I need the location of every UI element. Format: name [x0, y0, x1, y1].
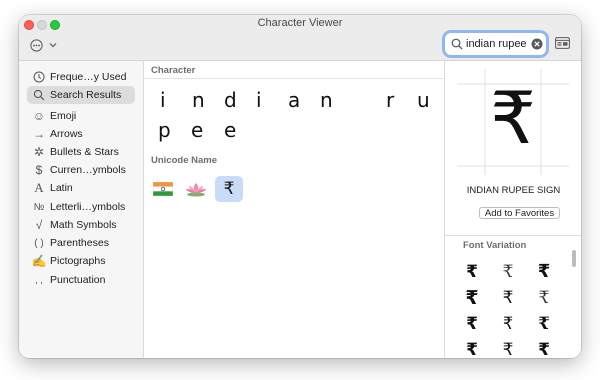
- character-cell[interactable]: r: [386, 88, 394, 112]
- sidebar-item-letterlike-symbols[interactable]: № Letterli…ymbols: [27, 198, 135, 216]
- sidebar-item-label: Emoji: [50, 110, 77, 122]
- parentheses-icon: ( ): [34, 237, 44, 249]
- sidebar-item-bullets-stars[interactable]: ✲ Bullets & Stars: [27, 143, 135, 161]
- character-cell[interactable]: e: [224, 118, 236, 142]
- india-flag-icon: [153, 182, 173, 196]
- dollar-icon: $: [35, 163, 43, 177]
- sidebar-item-currency-symbols[interactable]: $ Curren…ymbols: [27, 161, 135, 179]
- sidebar-item-label: Arrows: [50, 128, 83, 140]
- font-variation-cell[interactable]: ₹: [492, 312, 524, 336]
- sidebar-item-label: Pictographs: [50, 255, 106, 267]
- font-variation-cell[interactable]: ₹: [456, 286, 488, 310]
- sidebar-item-label: Search Results: [50, 89, 122, 101]
- latin-a-icon: A: [34, 180, 44, 195]
- action-menu-button[interactable]: [30, 38, 70, 52]
- unicode-name-section-header: Unicode Name: [151, 155, 217, 166]
- font-variation-header: Font Variation: [463, 240, 527, 251]
- rupee-sign-glyph: ₹: [223, 179, 235, 199]
- character-detail-panel: ₹ INDIAN RUPEE SIGN Add to Favorites Fon…: [444, 61, 581, 358]
- divider: [143, 78, 444, 79]
- rupee-sign-cell[interactable]: ₹: [215, 176, 243, 202]
- sidebar-item-frequently-used[interactable]: Freque…y Used: [27, 68, 135, 86]
- font-variation-cell[interactable]: ₹: [528, 286, 560, 310]
- font-variation-cell[interactable]: ₹: [456, 312, 488, 336]
- search-icon: [451, 38, 463, 50]
- font-variation-cell[interactable]: ₹: [528, 338, 560, 358]
- font-variation-grid: ₹ ₹ ₹ ₹ ₹ ₹ ₹ ₹ ₹ ₹ ₹ ₹: [456, 260, 570, 358]
- character-section-header: Character: [151, 65, 196, 76]
- ellipsis-circle-icon: [30, 38, 43, 52]
- toggle-sidebar-icon[interactable]: [555, 37, 570, 49]
- font-variation-cell[interactable]: ₹: [492, 286, 524, 310]
- smiley-icon: ☺: [32, 109, 46, 123]
- lotus-cell[interactable]: [182, 176, 210, 202]
- sidebar-item-emoji[interactable]: ☺ Emoji: [27, 107, 135, 125]
- comma-icon: ‚ ‚: [35, 274, 43, 286]
- numero-icon: №: [33, 201, 45, 213]
- character-cell[interactable]: i: [160, 88, 166, 112]
- glyph-preview: ₹: [457, 69, 569, 175]
- window-title: Character Viewer: [257, 17, 343, 29]
- character-cell[interactable]: n: [192, 88, 205, 112]
- font-variation-cell[interactable]: ₹: [528, 312, 560, 336]
- character-name: INDIAN RUPEE SIGN: [466, 185, 561, 196]
- character-cell[interactable]: u: [417, 88, 430, 112]
- chevron-down-icon: [49, 43, 57, 48]
- divider: [445, 235, 581, 236]
- sidebar-item-pictographs[interactable]: ✍ Pictographs: [27, 252, 135, 270]
- india-flag-cell[interactable]: [149, 176, 177, 202]
- search-input[interactable]: [466, 36, 530, 52]
- sidebar-item-arrows[interactable]: → Arrows: [27, 125, 135, 143]
- search-field[interactable]: [445, 33, 546, 55]
- sidebar-item-punctuation[interactable]: ‚ ‚ Punctuation: [27, 271, 135, 289]
- character-cell[interactable]: i: [256, 88, 262, 112]
- font-variation-cell[interactable]: ₹: [528, 260, 560, 284]
- sidebar-item-label: Parentheses: [50, 237, 109, 249]
- category-sidebar: Freque…y Used Search Results ☺ Emoji → A…: [19, 61, 144, 358]
- hand-icon: ✍: [31, 254, 47, 268]
- character-cell[interactable]: p: [158, 118, 171, 142]
- font-variation-cell[interactable]: ₹: [456, 260, 488, 284]
- font-variation-cell[interactable]: ₹: [492, 260, 524, 284]
- clock-icon: [30, 71, 48, 83]
- character-cell[interactable]: a: [288, 88, 300, 112]
- font-variation-cell[interactable]: ₹: [492, 338, 524, 358]
- character-cell[interactable]: n: [320, 88, 333, 112]
- add-to-favorites-button[interactable]: Add to Favorites: [479, 207, 560, 219]
- sidebar-item-math-symbols[interactable]: √ Math Symbols: [27, 216, 135, 234]
- titlebar: Character Viewer: [19, 15, 581, 61]
- font-variation-cell[interactable]: ₹: [456, 338, 488, 358]
- sidebar-item-latin[interactable]: A Latin: [27, 179, 135, 197]
- font-variation-scrollbar[interactable]: [572, 250, 576, 267]
- sidebar-item-parentheses[interactable]: ( ) Parentheses: [27, 234, 135, 252]
- square-root-icon: √: [35, 218, 43, 232]
- sidebar-item-label: Curren…ymbols: [50, 164, 126, 176]
- sidebar-item-label: Bullets & Stars: [50, 146, 119, 158]
- sidebar-item-label: Punctuation: [50, 274, 106, 286]
- sidebar-item-label: Letterli…ymbols: [50, 201, 126, 213]
- character-cell[interactable]: d: [224, 88, 237, 112]
- sidebar-item-search-results[interactable]: Search Results: [27, 86, 135, 104]
- sidebar-item-label: Latin: [50, 182, 73, 194]
- character-cell[interactable]: e: [191, 118, 203, 142]
- glyph-preview-character: ₹: [490, 76, 536, 160]
- magnifier-icon: [30, 89, 48, 101]
- sidebar-item-label: Freque…y Used: [50, 71, 127, 83]
- clear-search-icon[interactable]: [531, 38, 543, 50]
- asterisk-icon: ✲: [33, 145, 45, 159]
- lotus-icon: [186, 183, 206, 197]
- arrow-right-icon: →: [33, 127, 45, 141]
- sidebar-item-label: Math Symbols: [50, 219, 117, 231]
- character-viewer-window: Character Viewer indian rupee Freque…y U…: [19, 15, 581, 358]
